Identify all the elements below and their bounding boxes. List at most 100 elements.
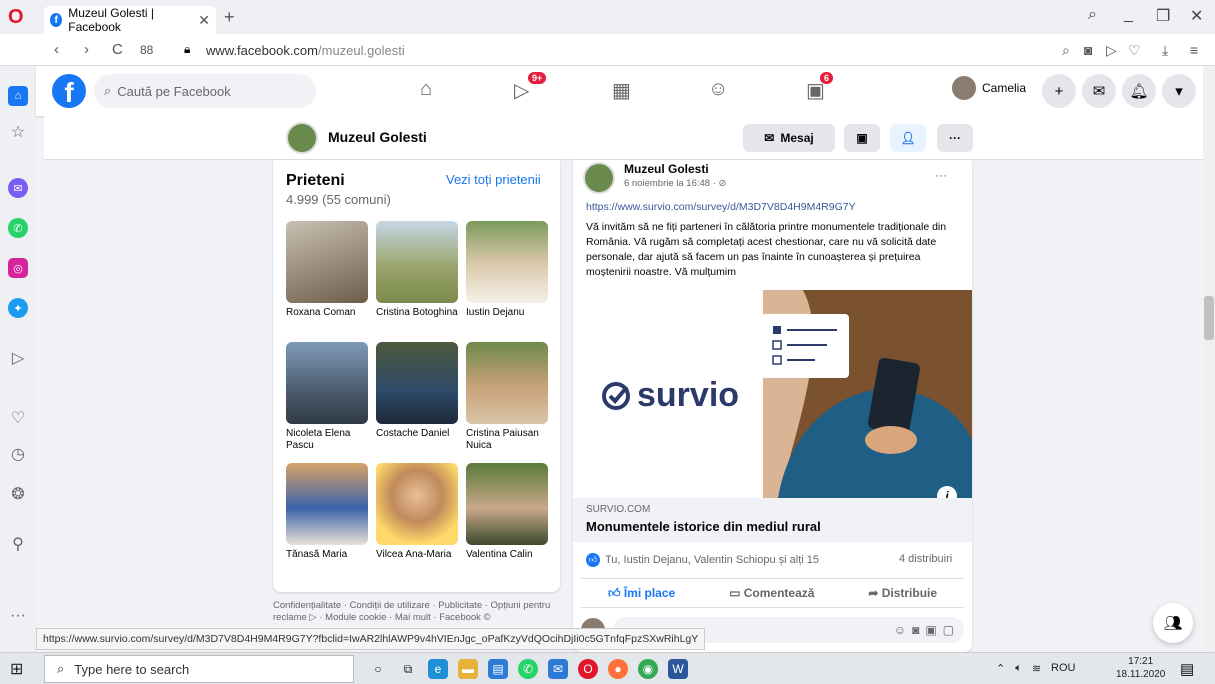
download-icon[interactable]: ⤓ [1162, 42, 1168, 59]
extensions-icon[interactable]: ❂ [8, 484, 28, 504]
speed-dial-icon[interactable]: 88 [140, 43, 153, 57]
groups-tab-icon[interactable]: ☺ [708, 78, 728, 101]
mail-icon[interactable]: ✉ [548, 659, 568, 679]
heart-icon[interactable]: ♡ [8, 408, 28, 428]
reactions-summary[interactable]: 👍︎ Tu, Iustin Dejanu, Valentin Schiopu ș… [586, 553, 819, 567]
like-button[interactable]: 👍︎ Îmi place [608, 586, 675, 601]
windows-start-icon[interactable]: ⊞ [10, 659, 23, 679]
share-button[interactable]: ➦ Distribuie [868, 586, 937, 600]
twitter-icon[interactable]: ✦ [8, 298, 28, 318]
send-icon[interactable]: ▷ [1106, 42, 1117, 59]
sticker-icon[interactable]: ▢ [943, 623, 954, 637]
opera-icon[interactable]: O [578, 659, 598, 679]
heart-icon[interactable]: ♡ [1128, 42, 1141, 59]
friend-item[interactable]: Cristina Paiusan Nuica [466, 342, 548, 452]
home-tab-icon[interactable]: ⌂ [420, 78, 432, 101]
notification-center-icon[interactable]: ▤ [1180, 660, 1194, 678]
friend-item[interactable]: Tănasă Maria [286, 463, 368, 561]
new-chat-button[interactable]: 👥︎ [1153, 603, 1193, 643]
edge-icon[interactable]: e [428, 659, 448, 679]
chrome-icon[interactable]: ◉ [638, 659, 658, 679]
network-icon[interactable]: ≋ [1032, 662, 1041, 675]
comment-button[interactable]: ▭ Comentează [729, 586, 814, 600]
page-avatar[interactable] [286, 122, 318, 154]
restore-icon[interactable]: ❐ [1156, 6, 1170, 26]
messenger-icon[interactable]: ✉ [8, 178, 28, 198]
lock-icon[interactable]: 🔒︎ [184, 42, 190, 57]
whatsapp-icon[interactable]: ✆ [518, 659, 538, 679]
more-icon[interactable]: ··· [8, 606, 28, 626]
send-icon[interactable]: ▷ [8, 348, 28, 368]
see-all-friends-link[interactable]: Vezi toți prietenii [446, 172, 541, 187]
forward-icon[interactable]: › [84, 41, 89, 58]
browser-tab[interactable]: f Muzeul Golesti | Facebook ✕ [44, 6, 216, 34]
close-tab-icon[interactable]: ✕ [198, 12, 210, 29]
more-button[interactable]: ··· [937, 124, 973, 152]
whatsapp-icon[interactable]: ✆ [8, 218, 28, 238]
friend-item[interactable]: Cristina Botoghina [376, 221, 458, 319]
friend-item[interactable]: Nicoleta Elena Pascu [286, 342, 368, 452]
like-page-button[interactable]: 👤︎ [890, 124, 926, 152]
scrollbar-thumb[interactable] [1204, 296, 1214, 340]
language-indicator[interactable]: ROU [1051, 662, 1075, 675]
post-timestamp[interactable]: 6 noiembrie la 16:48 · ⊘ [624, 178, 727, 189]
instagram-icon[interactable]: ◎ [8, 258, 28, 278]
messenger-button[interactable]: ✉ [1082, 74, 1116, 108]
search-tabs-icon[interactable]: ⌕ [1088, 6, 1097, 24]
marketplace-tab-icon[interactable]: ▦ [612, 78, 631, 103]
friend-item[interactable]: Iustin Dejanu [466, 221, 548, 319]
url-field[interactable]: www.facebook.com/muzeul.golesti [206, 43, 405, 58]
store-icon[interactable]: ▤ [488, 659, 508, 679]
firefox-icon[interactable]: ● [608, 659, 628, 679]
message-button[interactable]: ✉ Mesaj [743, 124, 835, 152]
shop-button[interactable]: ▣ [844, 124, 880, 152]
create-button[interactable]: + [1042, 74, 1076, 108]
camera-icon[interactable]: ◙ [912, 623, 919, 637]
shares-count[interactable]: 4 distribuiri [899, 553, 952, 565]
scrollbar[interactable] [1203, 66, 1215, 652]
taskbar-search-input[interactable]: ⌕ Type here to search [44, 655, 354, 683]
close-window-icon[interactable]: ✕ [1190, 6, 1203, 26]
post-more-button[interactable]: ··· [935, 168, 947, 182]
star-icon[interactable]: ☆ [8, 122, 28, 142]
volume-icon[interactable]: 🔈︎ [1015, 662, 1022, 675]
friend-photo [466, 463, 548, 545]
history-icon[interactable]: ◷ [8, 444, 28, 464]
friend-item[interactable]: Valentina Calin [466, 463, 548, 561]
page-name[interactable]: Muzeul Golesti [328, 129, 427, 145]
notifications-button[interactable]: 🔔︎ [1122, 74, 1156, 108]
clock[interactable]: 17:21 18.11.2020 [1116, 655, 1165, 681]
post-link[interactable]: https://www.survio.com/survey/d/M3D7V8D4… [586, 201, 856, 213]
post-author-avatar[interactable] [583, 162, 615, 194]
profile-chip[interactable]: Camelia [952, 76, 1026, 100]
post-author[interactable]: Muzeul Golesti [624, 162, 709, 176]
tray-expand-icon[interactable]: ⌃ [996, 662, 1005, 675]
task-view-icon[interactable]: ⧉ [398, 659, 418, 679]
location-icon[interactable]: ⚲ [8, 534, 28, 554]
easy-setup-icon[interactable]: ≡ [1190, 42, 1198, 58]
gaming-tab-icon[interactable]: ▣ 6 [806, 72, 834, 103]
search-icon[interactable]: ⌕ [1062, 42, 1070, 59]
word-icon[interactable]: W [668, 659, 688, 679]
friend-item[interactable]: Costache Daniel [376, 342, 458, 440]
home-icon[interactable]: ⌂ [8, 86, 28, 106]
file-explorer-icon[interactable]: ▬ [458, 659, 478, 679]
link-preview-meta[interactable]: SURVIO.COM Monumentele istorice din medi… [573, 498, 972, 542]
legal-links[interactable]: Confidențialitate · Condiții de utilizar… [273, 600, 560, 624]
friend-item[interactable]: Roxana Coman [286, 221, 368, 319]
facebook-search-input[interactable]: ⌕ Caută pe Facebook [94, 74, 316, 108]
opera-logo-icon[interactable]: O [8, 7, 28, 27]
minimize-icon[interactable]: _ [1124, 6, 1133, 24]
gif-icon[interactable]: ▣ [925, 623, 936, 637]
account-menu-button[interactable]: ▾ [1162, 74, 1196, 108]
link-preview-image[interactable]: survio i [573, 290, 972, 498]
cortana-icon[interactable]: ○ [368, 659, 388, 679]
reload-icon[interactable]: C [112, 41, 123, 58]
watch-tab-icon[interactable]: ▷ 9+ [514, 72, 547, 103]
new-tab-button[interactable]: + [224, 7, 235, 28]
back-icon[interactable]: ‹ [54, 41, 59, 58]
facebook-logo-icon[interactable]: f [52, 74, 86, 108]
friend-item[interactable]: Vilcea Ana-Maria [376, 463, 458, 561]
camera-icon[interactable]: ◙ [1084, 42, 1092, 58]
emoji-icon[interactable]: ☺ [894, 623, 906, 637]
